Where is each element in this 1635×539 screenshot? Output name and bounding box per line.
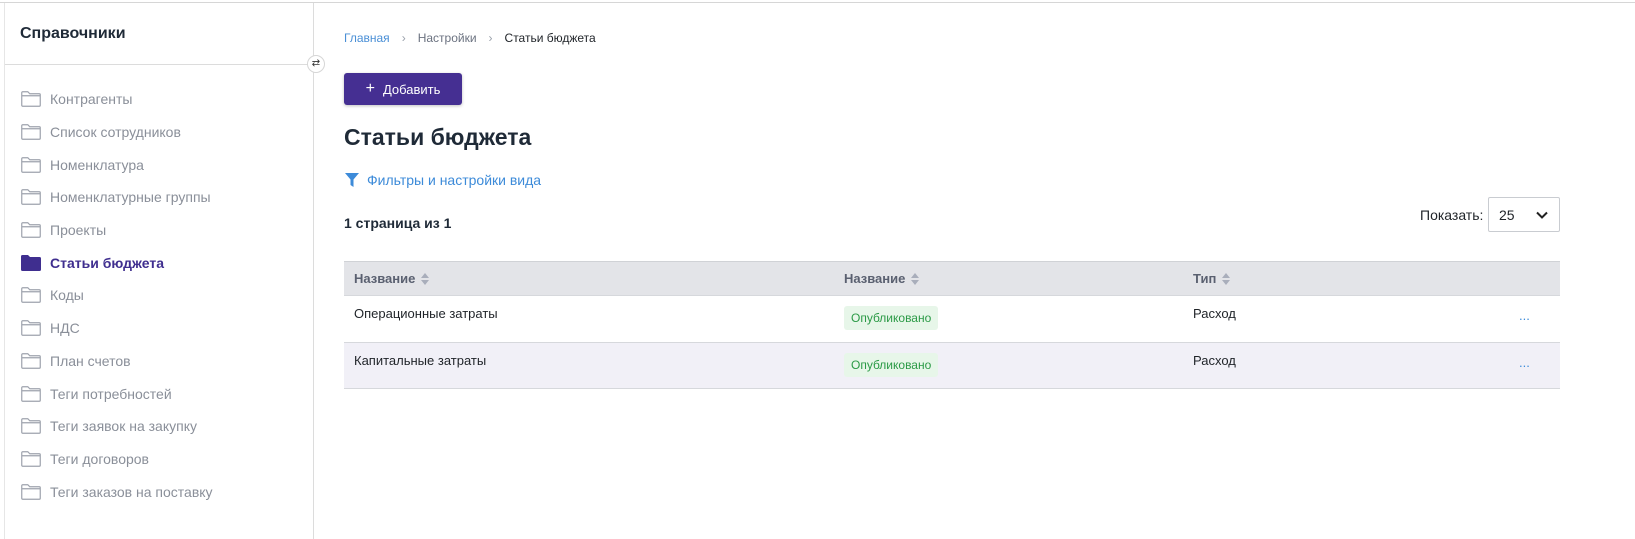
sidebar-item-label: Теги договоров — [50, 450, 149, 467]
sidebar-item-label: Номенклатура — [50, 156, 144, 173]
folder-icon — [21, 124, 41, 140]
sidebar-item-label: НДС — [50, 320, 80, 337]
show-label: Показать: — [1420, 207, 1484, 223]
sidebar: Справочники ⇄ Контрагенты Список сотрудни… — [4, 3, 325, 539]
sidebar-item[interactable]: Статьи бюджета — [21, 246, 213, 279]
table-row[interactable]: Капитальные затраты Опубликовано Расход... — [344, 342, 1560, 389]
sidebar-list: Контрагенты Список сотрудников Номенклатур… — [21, 83, 213, 508]
folder-icon — [21, 385, 41, 402]
sidebar-item-label: Теги заявок на закупку — [50, 418, 197, 435]
sidebar-item-label: Контрагенты — [50, 91, 133, 108]
folder-icon — [21, 156, 41, 173]
sort-icon — [1222, 272, 1231, 285]
folder-filled-icon — [21, 254, 41, 271]
table-body: Операционные затраты Опубликовано Расход..… — [344, 295, 1560, 389]
sidebar-item[interactable]: Номенклатура — [21, 148, 213, 181]
folder-icon — [21, 320, 41, 337]
sidebar-item-label: Список сотрудников — [50, 124, 181, 141]
sidebar-item[interactable]: Коды — [21, 279, 213, 312]
sidebar-divider — [5, 64, 315, 65]
chevron-down-icon — [1536, 211, 1548, 219]
chevron-right-icon: › — [401, 31, 406, 45]
budget-items-table: Название Название Тип Операционные затра… — [344, 261, 1560, 389]
sidebar-item-label: Проекты — [50, 222, 107, 239]
column-header-type[interactable]: Тип — [1193, 271, 1231, 286]
breadcrumb-current: Статьи бюджета — [504, 31, 596, 45]
table-header: Название Название Тип — [344, 261, 1560, 295]
table-row[interactable]: Операционные затраты Опубликовано Расход..… — [344, 295, 1560, 342]
status-badge: Опубликовано — [844, 306, 939, 330]
breadcrumb-settings[interactable]: Настройки — [418, 31, 477, 45]
breadcrumb: Главная › Настройки › Статьи бюджета — [344, 31, 596, 45]
sidebar-item-label: Коды — [50, 287, 84, 304]
column-header-name[interactable]: Название — [354, 271, 430, 286]
column-header-label: Тип — [1193, 271, 1217, 286]
page-info: 1 страница из 1 — [344, 215, 452, 231]
page-title: Статьи бюджета — [344, 124, 532, 150]
folder-icon — [21, 418, 41, 435]
folder-icon — [21, 287, 41, 304]
column-header-label: Название — [354, 271, 416, 286]
cell-type: Расход — [1193, 306, 1236, 321]
sidebar-item-label: Номенклатурные группы — [50, 189, 211, 206]
cell-name: Капитальные затраты — [354, 353, 487, 368]
more-actions-button[interactable]: ... — [1519, 308, 1530, 323]
sidebar-item[interactable]: Список сотрудников — [21, 116, 213, 149]
folder-icon — [21, 483, 41, 500]
status-badge: Опубликовано — [844, 353, 939, 377]
sidebar-item[interactable]: Контрагенты — [21, 83, 213, 116]
sidebar-title: Справочники — [20, 25, 126, 42]
column-header-label: Название — [844, 271, 906, 286]
sidebar-item-label: Статьи бюджета — [50, 254, 165, 271]
cell-name: Операционные затраты — [354, 306, 498, 321]
sidebar-item[interactable]: Номенклатурные группы — [21, 181, 213, 214]
sidebar-item-label: Теги заказов на поставку — [50, 483, 213, 500]
filters-link[interactable]: Фильтры и настройки вида — [345, 172, 541, 188]
folder-icon — [21, 189, 41, 206]
page-size-value: 25 — [1499, 206, 1515, 223]
filters-label: Фильтры и настройки вида — [367, 172, 542, 188]
cell-type: Расход — [1193, 353, 1236, 368]
filter-icon — [345, 172, 359, 187]
more-actions-button[interactable]: ... — [1519, 355, 1530, 370]
sidebar-item[interactable]: Теги потребностей — [21, 377, 213, 410]
page-size-select[interactable]: 25 — [1488, 197, 1560, 232]
folder-icon — [21, 451, 41, 467]
column-header-status[interactable]: Название — [844, 271, 920, 286]
sidebar-item-label: Теги потребностей — [50, 385, 172, 402]
sort-icon — [911, 272, 920, 285]
breadcrumb-home[interactable]: Главная — [344, 31, 390, 45]
add-button-label: Добавить — [382, 81, 441, 97]
folder-icon — [21, 222, 41, 238]
sidebar-item[interactable]: Проекты — [21, 214, 213, 247]
folder-icon — [21, 352, 41, 369]
sidebar-item[interactable]: Теги заявок на закупку — [21, 410, 213, 443]
folder-icon — [21, 91, 41, 108]
add-button[interactable]: + Добавить — [344, 73, 462, 105]
sort-icon — [421, 272, 430, 285]
sidebar-item[interactable]: Теги заказов на поставку — [21, 475, 213, 508]
chevron-right-icon: › — [488, 31, 493, 45]
sidebar-item[interactable]: Теги договоров — [21, 443, 213, 476]
sidebar-item[interactable]: План счетов — [21, 345, 213, 378]
plus-icon: + — [365, 80, 375, 97]
collapse-arrows-icon[interactable]: ⇄ — [307, 55, 325, 73]
sidebar-item[interactable]: НДС — [21, 312, 213, 345]
sidebar-item-label: План счетов — [50, 352, 131, 369]
